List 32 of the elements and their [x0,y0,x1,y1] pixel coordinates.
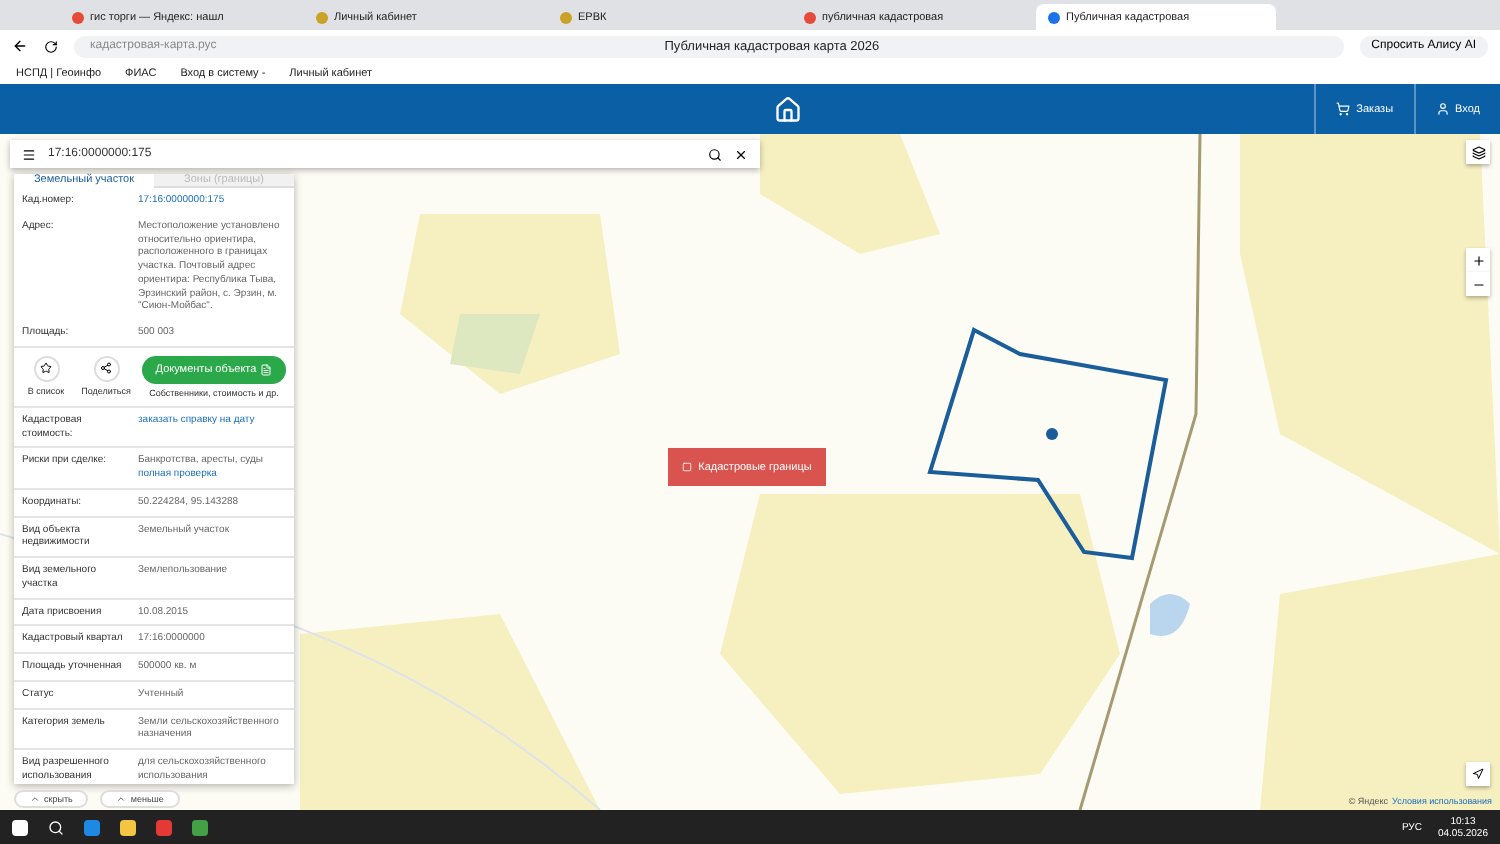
back-icon[interactable] [12,38,28,54]
chevron-up-icon [116,794,127,804]
menu-icon[interactable] [22,147,36,161]
navigation-arrow-icon [1472,768,1484,780]
start-icon[interactable] [12,819,28,835]
chevron-up-icon [30,794,40,804]
site-icon [1048,11,1060,23]
square-icon [682,462,693,472]
layers-button[interactable] [1466,140,1490,164]
zoom-out-button[interactable] [1466,272,1490,296]
action-button[interactable] [33,355,59,382]
close-icon[interactable] [734,147,748,161]
app-icon[interactable] [192,819,208,835]
action-button[interactable] [93,355,119,382]
home-icon[interactable] [773,95,802,123]
site-icon [316,11,328,23]
app-icon[interactable] [84,819,100,835]
site-icon [560,11,572,23]
site-icon [72,11,84,23]
user-icon [1435,102,1450,116]
cart-icon [1336,102,1351,116]
star-icon [40,362,52,375]
document-icon [260,363,273,376]
reload-icon[interactable] [44,39,58,53]
share-icon [100,362,112,375]
plus-icon [1471,253,1485,267]
site-icon [804,11,816,23]
zoom-in-button[interactable] [1466,248,1490,272]
layers-icon [1471,145,1485,159]
app-icon[interactable] [120,819,136,835]
locate-button[interactable] [1466,762,1490,786]
search-icon[interactable] [708,147,722,161]
